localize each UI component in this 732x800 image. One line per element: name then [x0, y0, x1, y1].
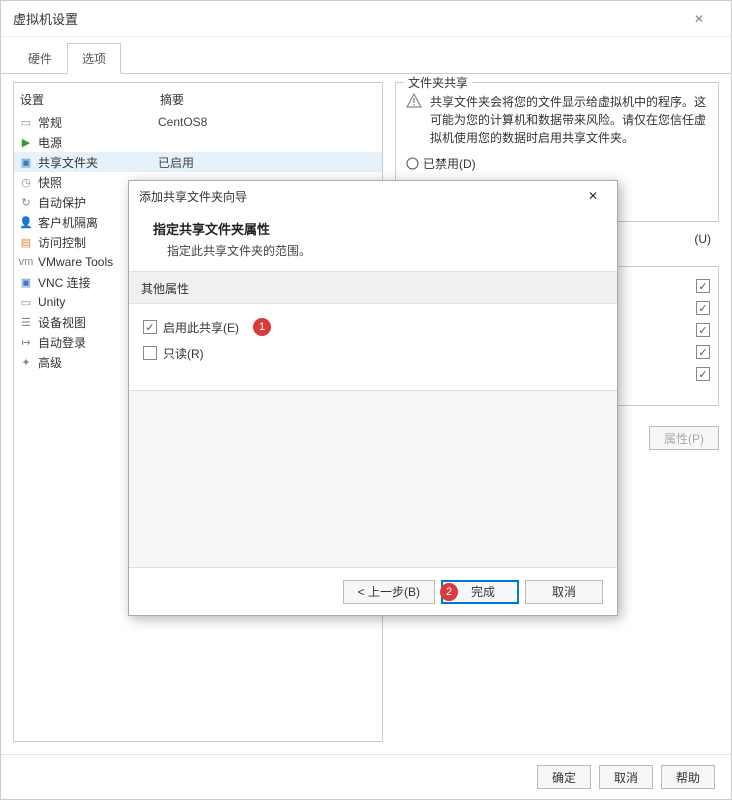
- row-icon: ◷: [18, 174, 34, 190]
- row-summary: 已启用: [158, 154, 194, 171]
- close-icon[interactable]: ✕: [679, 5, 719, 33]
- radio-disabled-label: 已禁用(D): [423, 155, 476, 172]
- radio-disabled-row[interactable]: 已禁用(D): [406, 155, 708, 172]
- tabs: 硬件 选项: [1, 37, 731, 74]
- warning-icon: [406, 93, 422, 109]
- header-summary: 摘要: [160, 91, 184, 108]
- row-icon: ▣: [18, 154, 34, 170]
- row-icon: ▣: [18, 274, 34, 290]
- wizard-subheading: 指定此共享文件夹的范围。: [153, 242, 593, 259]
- titlebar: 虚拟机设置 ✕: [1, 1, 731, 37]
- wizard-header: 指定共享文件夹属性 指定此共享文件夹的范围。: [129, 211, 617, 271]
- tab-hardware[interactable]: 硬件: [13, 43, 67, 74]
- close-icon[interactable]: ✕: [579, 185, 607, 207]
- wizard-buttons: < 上一步(B) 2 完成 取消: [129, 567, 617, 615]
- row-icon: ▭: [18, 114, 34, 130]
- row-summary: CentOS8: [158, 115, 207, 129]
- ok-button[interactable]: 确定: [537, 765, 591, 789]
- row-name: 电源: [38, 134, 158, 151]
- wizard-cancel-button[interactable]: 取消: [525, 580, 603, 604]
- readonly-label: 只读(R): [163, 345, 204, 362]
- settings-row-共享文件夹[interactable]: ▣共享文件夹已启用: [14, 152, 382, 172]
- tab-options[interactable]: 选项: [67, 43, 121, 74]
- properties-button[interactable]: 属性(P): [649, 426, 719, 450]
- warning-row: 共享文件夹会将您的文件显示给虚拟机中的程序。这可能为您的计算机和数据带来风险。请…: [406, 93, 708, 147]
- row-icon: ↦: [18, 334, 34, 350]
- row-icon: 👤: [18, 214, 34, 230]
- row-icon: ☰: [18, 314, 34, 330]
- enable-share-label: 启用此共享(E): [163, 319, 239, 336]
- dialog-buttons: 确定 取消 帮助: [1, 754, 731, 799]
- other-attrs-group: 其他属性 启用此共享(E) 1 只读(R): [129, 272, 617, 391]
- wizard-heading: 指定共享文件夹属性: [153, 219, 593, 238]
- help-button[interactable]: 帮助: [661, 765, 715, 789]
- row-icon: ▤: [18, 234, 34, 250]
- checkbox-icon[interactable]: [696, 323, 710, 337]
- row-icon: ▭: [18, 294, 34, 310]
- add-shared-folder-wizard: 添加共享文件夹向导 ✕ 指定共享文件夹属性 指定此共享文件夹的范围。 其他属性 …: [128, 180, 618, 616]
- list-header: 设置 摘要: [14, 87, 382, 112]
- checkbox-icon[interactable]: [696, 279, 710, 293]
- row-icon: ✦: [18, 354, 34, 370]
- radio-icon: [406, 157, 419, 170]
- checkbox-icon[interactable]: [696, 301, 710, 315]
- checkbox-icon[interactable]: [143, 346, 157, 360]
- back-button[interactable]: < 上一步(B): [343, 580, 435, 604]
- cancel-button[interactable]: 取消: [599, 765, 653, 789]
- settings-row-电源[interactable]: ▶电源: [14, 132, 382, 152]
- readonly-row[interactable]: 只读(R): [143, 340, 603, 366]
- window-title: 虚拟机设置: [13, 9, 679, 28]
- step-badge-2: 2: [440, 583, 458, 601]
- group-title: 文件夹共享: [404, 74, 472, 91]
- row-icon: ▶: [18, 134, 34, 150]
- settings-row-常规[interactable]: ▭常规CentOS8: [14, 112, 382, 132]
- row-icon: vm: [18, 254, 34, 270]
- checkbox-icon[interactable]: [696, 367, 710, 381]
- row-icon: ↻: [18, 194, 34, 210]
- checkbox-icon[interactable]: [143, 320, 157, 334]
- step-badge-1: 1: [253, 318, 271, 336]
- group-other-title: 其他属性: [129, 272, 617, 304]
- wizard-body: 其他属性 启用此共享(E) 1 只读(R): [129, 271, 617, 567]
- wizard-title: 添加共享文件夹向导: [139, 188, 579, 205]
- row-name: 共享文件夹: [38, 154, 158, 171]
- header-setting: 设置: [20, 91, 160, 108]
- warning-text: 共享文件夹会将您的文件显示给虚拟机中的程序。这可能为您的计算机和数据带来风险。请…: [430, 93, 708, 147]
- wizard-titlebar: 添加共享文件夹向导 ✕: [129, 181, 617, 211]
- row-name: 常规: [38, 114, 158, 131]
- checkbox-icon[interactable]: [696, 345, 710, 359]
- enable-share-row[interactable]: 启用此共享(E) 1: [143, 314, 603, 340]
